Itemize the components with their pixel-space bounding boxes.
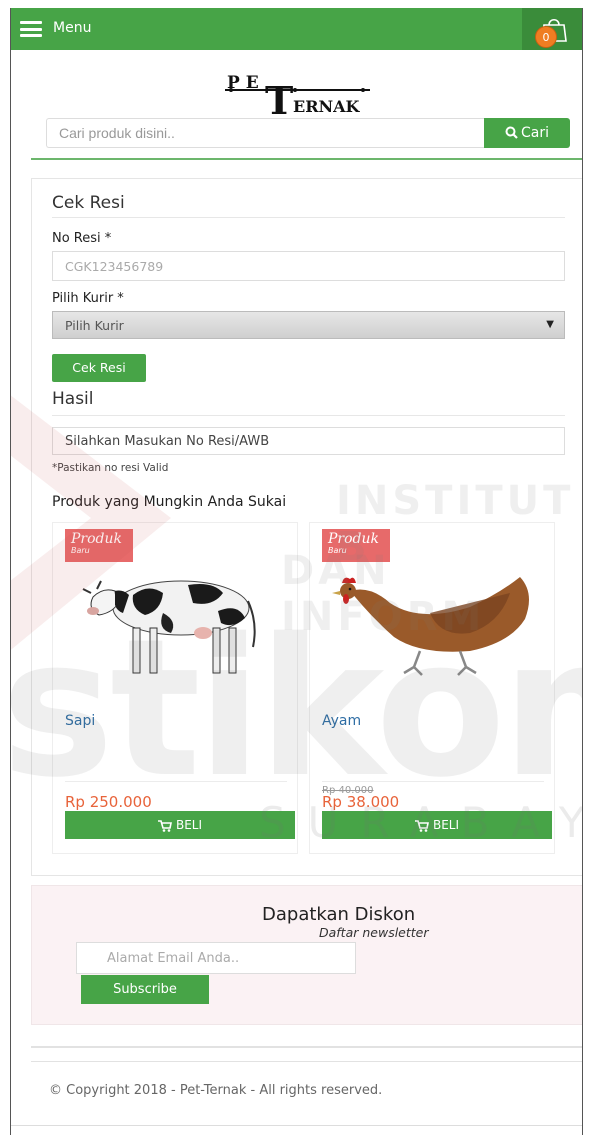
newsletter-subtitle: Daftar newsletter — [319, 925, 429, 940]
cek-resi-button[interactable]: Cek Resi — [52, 354, 146, 382]
kurir-selected-value: Pilih Kurir — [65, 318, 124, 333]
header-divider — [31, 158, 582, 160]
kurir-label: Pilih Kurir * — [52, 291, 124, 306]
footer-divider — [31, 1061, 582, 1062]
search-input[interactable]: Cari produk disini.. — [46, 118, 484, 148]
search-button-label: Cari — [521, 125, 549, 141]
newsletter-section: Dapatkan Diskon Daftar newsletter Alamat… — [31, 885, 582, 1025]
divider — [52, 415, 565, 416]
search-icon — [505, 126, 518, 139]
cart-count-badge: 0 — [535, 26, 557, 48]
no-resi-label: No Resi * — [52, 231, 112, 246]
newsletter-title: Dapatkan Diskon — [262, 904, 416, 925]
cart-button[interactable]: 0 — [522, 8, 582, 50]
badge-label: Produk — [71, 531, 123, 547]
footer-divider — [31, 1046, 582, 1048]
search-button[interactable]: Cari — [484, 118, 570, 148]
new-product-badge: Produk Baru — [65, 529, 133, 562]
page-frame: Menu 0 P E T ERNAK Cari produk disini.. … — [10, 8, 583, 1135]
badge-sublabel: Baru — [71, 546, 90, 555]
produk-section-title: Produk yang Mungkin Anda Sukai — [52, 494, 287, 510]
menu-label[interactable]: Menu — [53, 20, 91, 36]
buy-button-label: BELI — [175, 818, 203, 832]
logo-text-t: T — [265, 78, 293, 116]
email-field[interactable]: Alamat Email Anda.. — [76, 942, 356, 974]
watermark-text: stikom — [10, 598, 582, 819]
hasil-title: Hasil — [52, 389, 94, 409]
hasil-field: Silahkan Masukan No Resi/AWB — [52, 427, 565, 455]
no-resi-input[interactable]: CGK123456789 — [52, 251, 565, 281]
watermark-text: SURABAYA — [259, 798, 582, 847]
top-navbar: Menu 0 — [11, 8, 582, 50]
resi-note: *Pastikan no resi Valid — [52, 462, 169, 474]
subscribe-button[interactable]: Subscribe — [81, 975, 209, 1004]
pet-ternak-logo[interactable]: P E T ERNAK — [225, 68, 370, 116]
cek-resi-title: Cek Resi — [52, 193, 125, 213]
logo-text-ernak: ERNAK — [293, 97, 361, 116]
kurir-select[interactable]: Pilih Kurir ▼ — [52, 311, 565, 339]
divider — [52, 217, 565, 218]
hamburger-icon[interactable] — [20, 21, 42, 37]
copyright-text: © Copyright 2018 - Pet-Ternak - All righ… — [49, 1083, 383, 1098]
dropdown-arrow-icon: ▼ — [546, 319, 554, 330]
cart-icon — [157, 819, 172, 832]
page-bottom-divider — [11, 1125, 582, 1126]
